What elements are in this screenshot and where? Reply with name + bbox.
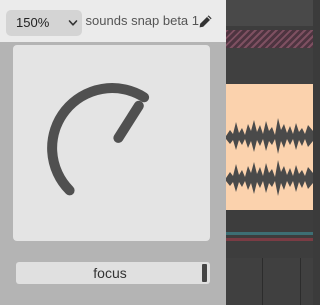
- focus-label: focus: [93, 265, 127, 281]
- track-lane: [226, 48, 313, 84]
- focus-slider[interactable]: focus: [16, 262, 210, 284]
- knob-pointer: [113, 100, 144, 143]
- audio-clip[interactable]: [226, 84, 313, 210]
- midi-clip[interactable]: [226, 30, 313, 48]
- knob-panel: [13, 45, 210, 241]
- automation-line: [226, 238, 313, 241]
- track-lane: [226, 0, 313, 26]
- plugin-window: Spitfire labs sounds snap beta 1 150% fo…: [0, 0, 226, 305]
- grid-line: [262, 258, 263, 305]
- grid-line: [300, 258, 301, 305]
- focus-slider-handle[interactable]: [202, 264, 207, 282]
- plugin-titlebar: Spitfire labs sounds snap beta 1 150%: [0, 0, 226, 42]
- pencil-icon[interactable]: [198, 14, 213, 29]
- main-knob[interactable]: [13, 45, 210, 241]
- zoom-select[interactable]: 150%: [6, 10, 82, 36]
- automation-line: [226, 232, 313, 235]
- chevron-down-icon: [68, 20, 78, 26]
- knob-arc: [47, 83, 150, 196]
- audio-waveform: [226, 118, 313, 196]
- zoom-value: 150%: [16, 15, 50, 30]
